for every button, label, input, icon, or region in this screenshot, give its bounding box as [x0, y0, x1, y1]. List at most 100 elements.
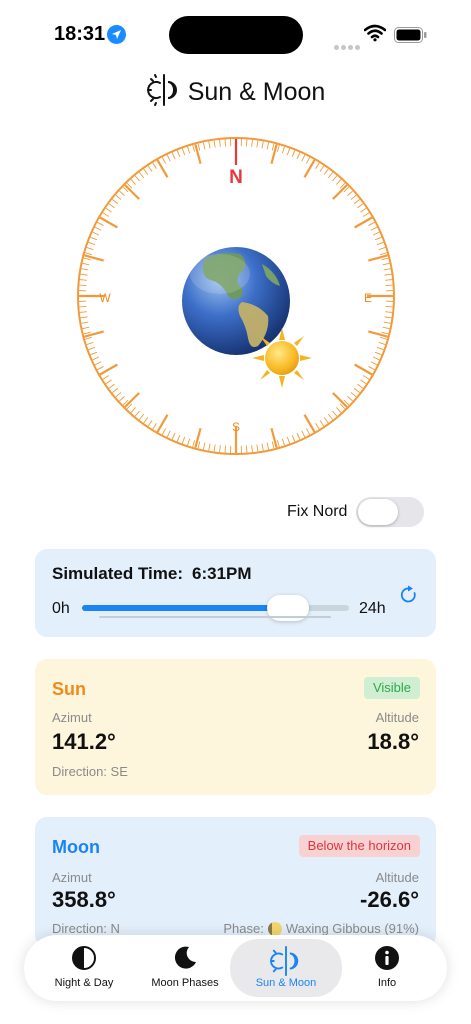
- header: Sun & Moon: [0, 72, 471, 112]
- compass-major-tick: [368, 254, 388, 262]
- compass-minor-tick: [385, 279, 393, 281]
- compass-minor-tick: [105, 207, 112, 213]
- compass-south-label: S: [232, 420, 240, 434]
- compass-minor-tick: [115, 392, 122, 398]
- compass-major-tick: [124, 392, 140, 408]
- compass-major-tick: [99, 363, 118, 376]
- moon-azimuth-label: Azimut: [52, 870, 92, 885]
- moon-status-badge: Below the horizon: [298, 835, 420, 857]
- page-title: Sun & Moon: [187, 77, 326, 106]
- tab-sun-and-moon[interactable]: Sun & Moon: [230, 939, 342, 997]
- sun-altitude-label: Altitude: [375, 710, 419, 725]
- compass-minor-tick: [202, 442, 206, 450]
- compass-minor-tick: [384, 316, 392, 319]
- compass-minor-tick: [80, 273, 88, 276]
- compass-minor-tick: [176, 150, 181, 158]
- compass-major-tick: [99, 216, 118, 229]
- simulated-time-card: Simulated Time: 6:31PM 0h 24h: [35, 549, 436, 637]
- compass-minor-tick: [197, 143, 201, 151]
- compass-west-label: W: [99, 291, 111, 305]
- compass-minor-tick: [138, 172, 145, 179]
- tab-info[interactable]: Info: [337, 935, 437, 1001]
- compass-east-label: E: [364, 291, 372, 305]
- compass-minor-tick: [362, 212, 370, 217]
- compass-minor-tick: [378, 341, 386, 345]
- moon-altitude-value: -26.6°: [360, 887, 419, 912]
- compass-minor-tick: [315, 422, 320, 430]
- moon-altitude-label: Altitude: [375, 870, 419, 885]
- compass-minor-tick: [81, 268, 89, 271]
- compass-major-tick: [270, 144, 278, 164]
- compass-minor-tick: [370, 226, 378, 231]
- reset-time-icon[interactable]: [399, 585, 419, 610]
- tab-night-and-day[interactable]: Night & Day: [34, 935, 134, 1001]
- tab-bar: Night & Day Moon Phases Sun & Moon Info: [24, 935, 447, 1001]
- compass-minor-tick: [102, 375, 110, 380]
- compass-minor-tick: [92, 356, 100, 361]
- wifi-icon: [363, 24, 387, 47]
- tab-label: Info: [377, 977, 397, 989]
- compass-minor-tick: [376, 241, 384, 246]
- compass-minor-tick: [208, 443, 211, 451]
- compass-minor-tick: [202, 142, 206, 150]
- compass-minor-tick: [370, 361, 378, 366]
- half-circle-icon: [71, 945, 97, 976]
- compass-minor-tick: [119, 190, 125, 196]
- compass-minor-tick: [171, 432, 176, 440]
- compass-minor-tick: [385, 311, 393, 313]
- compass-minor-tick: [261, 443, 264, 451]
- compass-minor-tick: [166, 154, 171, 162]
- fix-nord-toggle[interactable]: [356, 497, 424, 527]
- compass-minor-tick: [213, 140, 216, 148]
- compass-minor-tick: [152, 422, 157, 430]
- compass-minor-tick: [138, 413, 145, 420]
- compass-minor-tick: [315, 162, 320, 170]
- waxing-gibbous-icon: [267, 921, 282, 936]
- compass-minor-tick: [208, 141, 211, 149]
- compass-minor-tick: [323, 168, 329, 175]
- compass-minor-tick: [266, 442, 270, 450]
- compass-minor-tick: [112, 387, 119, 394]
- slider-min-label: 0h: [52, 600, 70, 617]
- compass-minor-tick: [161, 428, 166, 435]
- compass-minor-tick: [381, 331, 389, 335]
- compass-minor-tick: [108, 203, 115, 209]
- compass-minor-tick: [251, 139, 253, 147]
- moon-phase-value: Waxing Gibbous (91%): [285, 921, 419, 936]
- compass-major-tick: [303, 159, 316, 178]
- sun-position-icon: [252, 328, 312, 388]
- compass-major-tick: [84, 330, 104, 338]
- compass-minor-tick: [323, 417, 329, 424]
- compass-minor-tick: [187, 146, 191, 154]
- compass-minor-tick: [84, 336, 92, 340]
- compass-minor-tick: [319, 165, 325, 172]
- compass-minor-tick: [161, 157, 166, 164]
- compass-major-tick: [354, 363, 373, 376]
- compass-minor-tick: [360, 207, 367, 213]
- compass-minor-tick: [256, 140, 259, 148]
- compass-minor-tick: [88, 346, 96, 351]
- compass-minor-tick: [83, 331, 91, 335]
- time-slider[interactable]: [82, 595, 349, 621]
- sun-azimuth-value: 141.2°: [52, 729, 116, 754]
- tab-moon-phases[interactable]: Moon Phases: [135, 935, 235, 1001]
- cellular-signal-icon: [334, 37, 362, 55]
- compass-minor-tick: [381, 257, 389, 261]
- compass-minor-tick: [286, 436, 291, 444]
- location-arrow-icon: [107, 25, 126, 44]
- compass-minor-tick: [171, 152, 176, 160]
- compass-minor-tick: [181, 436, 186, 444]
- compass-minor-tick: [81, 321, 89, 324]
- moon-card: Moon Below the horizon Azimut Altitude 3…: [35, 817, 436, 947]
- compass-minor-tick: [134, 410, 140, 417]
- compass-minor-tick: [82, 326, 90, 330]
- compass-minor-tick: [181, 148, 186, 156]
- sun-altitude-value: 18.8°: [367, 729, 419, 754]
- dynamic-island: [169, 16, 303, 54]
- sun-azimuth-label: Azimut: [52, 710, 92, 725]
- compass-minor-tick: [192, 144, 196, 152]
- compass-minor-tick: [384, 273, 392, 276]
- compass-minor-tick: [347, 396, 353, 402]
- compass-major-tick: [332, 184, 348, 200]
- sun-title: Sun: [52, 679, 86, 699]
